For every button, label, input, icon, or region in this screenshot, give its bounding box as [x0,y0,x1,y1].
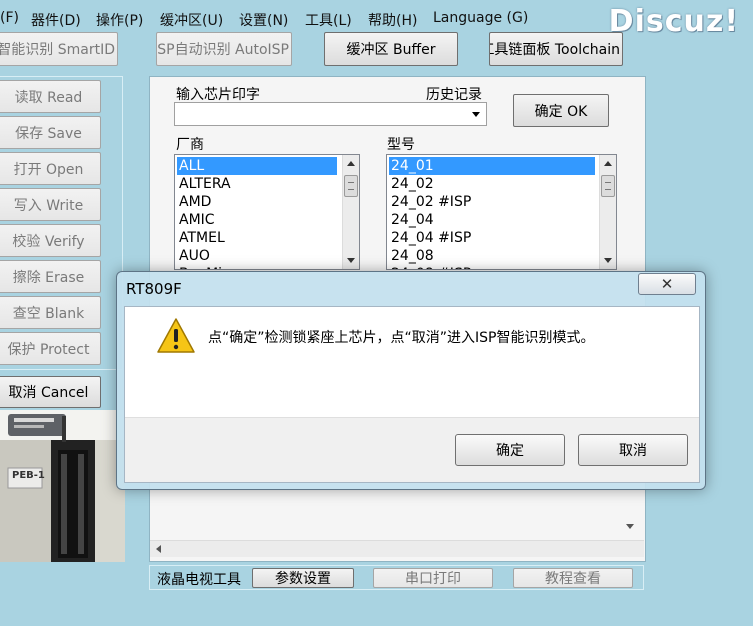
model-label: 型号 [387,137,415,153]
model-list-item[interactable]: 24_02 [389,175,595,193]
erase-button[interactable]: 擦除 Erase [0,260,101,293]
dialog-message: 点“确定”检测锁紧座上芯片，点“取消”进入ISP智能识别模式。 [208,330,595,346]
auto-isp-button[interactable]: SP自动识别 AutoISP [156,32,292,66]
write-button[interactable]: 写入 Write [0,188,101,221]
rt809f-dialog: RT809F ✕ 点“确定”检测锁紧座上芯片，点“取消”进入ISP智能识别模式。… [116,271,706,490]
chip-marking-label: 输入芯片印字 [176,87,260,103]
vendor-list-item[interactable]: ALL [177,157,337,175]
model-list-item[interactable]: 24_04 #ISP [389,229,595,247]
blank-button[interactable]: 查空 Blank [0,296,101,329]
cancel-button[interactable]: 取消 Cancel [0,376,101,408]
scroll-down-icon[interactable] [604,258,612,263]
confirm-ok-button[interactable]: 确定 OK [513,94,609,127]
menu-operation[interactable]: 操作(P) [96,10,143,30]
warning-icon [157,318,195,353]
vendor-list-item[interactable]: ALTERA [177,175,337,193]
vendor-list-item[interactable]: AUO [177,247,337,265]
model-list-item[interactable]: 24_08 #ISP [389,265,595,269]
history-label: 历史记录 [426,87,482,103]
programmer-illustration [0,410,125,562]
menu-tools[interactable]: 工具(L) [305,10,352,30]
model-list-item[interactable]: 24_08 [389,247,595,265]
scroll-thumb[interactable] [344,175,358,197]
scroll-left-icon[interactable] [156,545,161,553]
model-list-item[interactable]: 24_01 [389,157,595,175]
toolchain-button[interactable]: 工具链面板 Toolchain [489,32,623,66]
vendor-list-item[interactable]: AMIC [177,211,337,229]
chip-marking-combo[interactable] [174,102,487,126]
dialog-footer: 确定 取消 [125,417,699,482]
photo-brand-label: PEB-1 [12,470,45,481]
menu-file[interactable]: (F) [0,10,19,26]
vendor-list-item[interactable]: AMD [177,193,337,211]
close-icon[interactable]: ✕ [661,275,674,293]
params-button[interactable]: 参数设置 [252,568,354,588]
dialog-title: RT809F [126,280,182,298]
protect-button[interactable]: 保护 Protect [0,332,101,365]
dialog-ok-button[interactable]: 确定 [455,434,565,466]
smart-id-button[interactable]: 智能识别 SmartID [0,32,118,66]
programmer-photo: PEB-1 [0,410,125,562]
tutorial-button[interactable]: 教程查看 [513,568,633,588]
save-button[interactable]: 保存 Save [0,116,101,149]
buffer-button[interactable]: 缓冲区 Buffer [324,32,458,66]
dialog-cancel-button[interactable]: 取消 [578,434,688,466]
vendor-list[interactable]: ALLALTERAAMDAMICATMELAUOBenMi [174,154,360,270]
scroll-down-icon[interactable] [347,258,355,263]
vendor-label: 厂商 [176,137,204,153]
log-horizontal-scrollbar[interactable] [150,540,644,557]
model-list-item[interactable]: 24_02 #ISP [389,193,595,211]
chevron-down-icon[interactable] [472,112,480,117]
scroll-thumb[interactable] [601,175,615,197]
menu-language[interactable]: Language (G) [433,10,528,26]
model-list[interactable]: 24_01 24_02 24_02 #ISP 24_04 24_04 #ISP 24_08… [386,154,617,270]
model-list-scrollbar[interactable] [599,155,616,269]
menu-settings[interactable]: 设置(N) [239,10,288,30]
scroll-up-icon[interactable] [347,161,355,166]
menu-device[interactable]: 器件(D) [31,10,81,30]
vendor-list-scrollbar[interactable] [342,155,359,269]
verify-button[interactable]: 校验 Verify [0,224,101,257]
vendor-list-item[interactable]: BenMi [177,265,337,269]
vendor-list-item[interactable]: ATMEL [177,229,337,247]
model-list-item[interactable]: 24_04 [389,211,595,229]
log-vertical-scrollbar[interactable] [622,500,639,540]
dialog-close-button[interactable]: ✕ [638,273,696,295]
scroll-up-icon[interactable] [604,161,612,166]
discuz-watermark: Discuz! [608,4,739,39]
serial-print-button[interactable]: 串口打印 [373,568,493,588]
dialog-body: 点“确定”检测锁紧座上芯片，点“取消”进入ISP智能识别模式。 确定 取消 [124,306,700,483]
lcd-tools-label: 液晶电视工具 [157,572,241,588]
menu-help[interactable]: 帮助(H) [368,10,417,30]
menu-buffer[interactable]: 缓冲区(U) [160,10,223,30]
read-button[interactable]: 读取 Read [0,80,101,113]
open-button[interactable]: 打开 Open [0,152,101,185]
scroll-down-icon[interactable] [626,524,634,529]
